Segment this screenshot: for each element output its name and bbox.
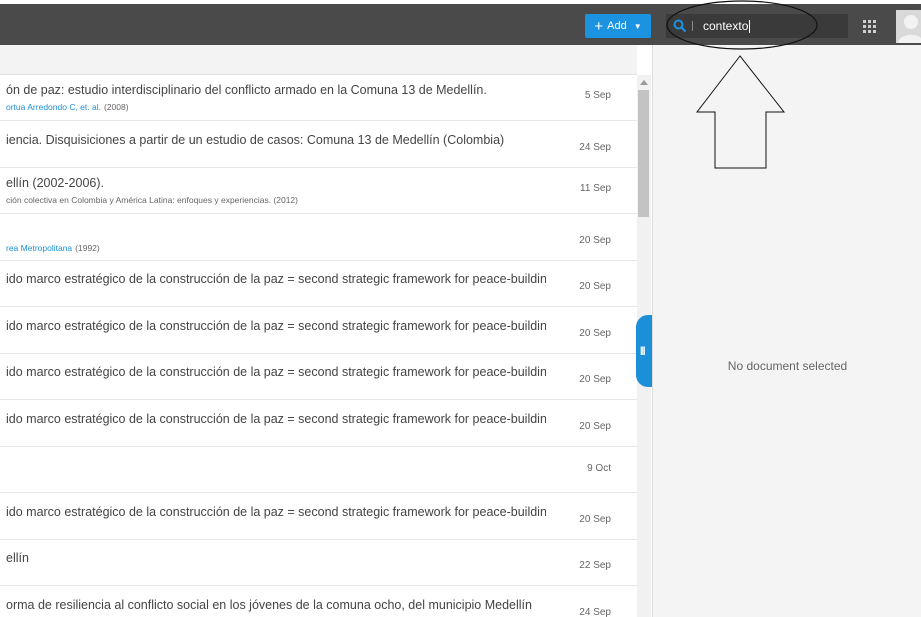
- text-cursor: [749, 20, 751, 34]
- pane-toggle-handle[interactable]: |||: [636, 315, 652, 387]
- user-icon: [898, 15, 921, 43]
- document-row[interactable]: ellín 22 Sep: [0, 540, 637, 586]
- top-toolbar: + Add ▼ contexto: [0, 0, 921, 45]
- add-button[interactable]: + Add ▼: [585, 14, 651, 38]
- document-date: 20 Sep: [579, 234, 611, 246]
- document-title: ido marco estratégico de la construcción…: [6, 411, 546, 426]
- document-title: orma de resiliencia al conflicto social …: [6, 597, 532, 612]
- document-year: (2008): [103, 102, 129, 112]
- document-date: 11 Sep: [580, 183, 611, 194]
- list-header: [0, 45, 637, 75]
- document-date: 9 Oct: [587, 463, 611, 474]
- add-button-label: Add: [607, 20, 627, 32]
- no-document-message: No document selected: [727, 359, 848, 373]
- document-row[interactable]: orma de resiliencia al conflicto social …: [0, 587, 637, 617]
- document-meta: rea Metropolitana (1992): [6, 243, 100, 253]
- document-source: ción colectiva en Colombia y América Lat…: [6, 195, 298, 205]
- document-title: ellín (2002-2006).: [6, 176, 104, 190]
- apps-grid-icon[interactable]: [863, 20, 876, 33]
- document-row[interactable]: iencia. Disquisiciones a partir de un es…: [0, 122, 637, 168]
- scrollbar-thumb[interactable]: [638, 90, 649, 217]
- document-title: ido marco estratégico de la construcción…: [6, 318, 546, 333]
- document-meta: ción colectiva en Colombia y América Lat…: [6, 195, 298, 205]
- document-detail-pane: No document selected: [652, 45, 921, 617]
- document-title: ido marco estratégico de la construcción…: [6, 504, 546, 519]
- document-date: 20 Sep: [579, 327, 611, 339]
- document-row[interactable]: ido marco estratégico de la construcción…: [0, 494, 637, 540]
- document-date: 24 Sep: [579, 606, 611, 617]
- chevron-down-icon: ▼: [633, 21, 642, 31]
- search-value: contexto: [703, 19, 749, 33]
- document-title: ellín: [6, 551, 29, 565]
- document-date: 24 Sep: [579, 141, 611, 153]
- search-separator: [692, 21, 693, 31]
- document-date: 20 Sep: [579, 281, 611, 292]
- grip-icon: |||: [640, 345, 645, 355]
- document-meta: ortua Arredondo C, et. al. (2008): [6, 102, 129, 112]
- document-title: iencia. Disquisiciones a partir de un es…: [6, 132, 505, 147]
- document-row[interactable]: ellín (2002-2006). ción colectiva en Colo…: [0, 168, 637, 214]
- search-input[interactable]: contexto: [666, 14, 848, 38]
- avatar[interactable]: [896, 10, 921, 43]
- document-row[interactable]: ido marco estratégico de la construcción…: [0, 354, 637, 400]
- document-row[interactable]: 9 Oct: [0, 447, 637, 493]
- document-date: 20 Sep: [579, 513, 611, 525]
- document-author[interactable]: ortua Arredondo C, et. al.: [6, 102, 101, 112]
- document-title: ido marco estratégico de la construcción…: [6, 365, 546, 379]
- document-list: ón de paz: estudio interdisciplinario de…: [0, 75, 637, 617]
- search-icon: [673, 19, 687, 33]
- document-row[interactable]: ón de paz: estudio interdisciplinario de…: [0, 75, 637, 121]
- document-title: ido marco estratégico de la construcción…: [6, 272, 546, 286]
- document-date: 5 Sep: [584, 90, 611, 101]
- document-title: ón de paz: estudio interdisciplinario de…: [6, 83, 487, 97]
- document-date: 20 Sep: [579, 374, 611, 385]
- document-date: 22 Sep: [579, 560, 611, 571]
- document-row[interactable]: ido marco estratégico de la construcción…: [0, 308, 637, 354]
- plus-icon: +: [594, 17, 604, 35]
- document-row[interactable]: ido marco estratégico de la construcción…: [0, 261, 637, 307]
- document-row[interactable]: rea Metropolitana (1992) 20 Sep: [0, 215, 637, 261]
- document-author[interactable]: rea Metropolitana: [6, 243, 72, 253]
- document-date: 20 Sep: [579, 420, 611, 432]
- document-row[interactable]: ido marco estratégico de la construcción…: [0, 401, 637, 447]
- document-year: (1992): [75, 242, 100, 253]
- scroll-up-icon[interactable]: [640, 80, 648, 85]
